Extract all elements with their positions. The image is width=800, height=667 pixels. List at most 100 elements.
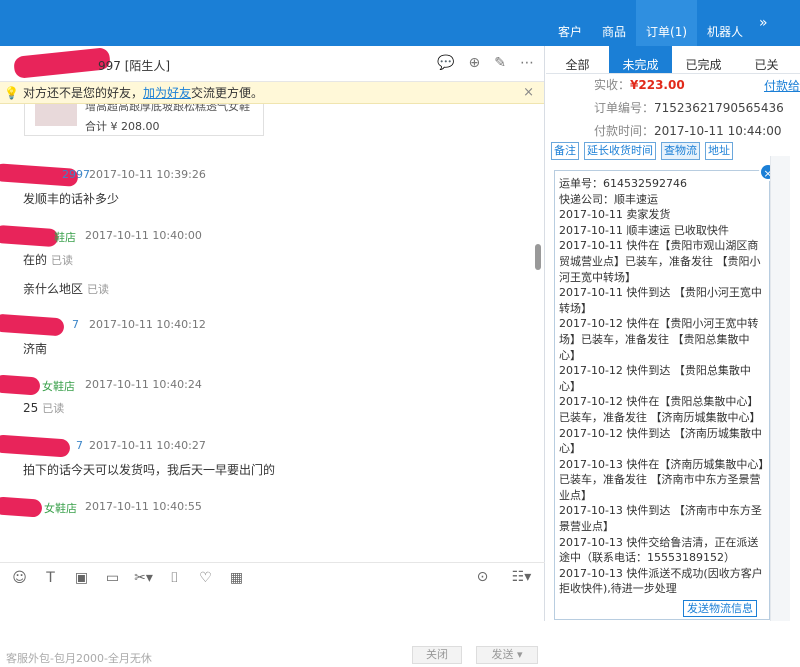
message-text: 25 已读 <box>23 401 65 415</box>
logistics-line: 2017-10-11 顺丰速运 已收取快件 <box>559 223 729 237</box>
redaction-mark <box>0 374 41 396</box>
paid-value: ¥223.00 <box>630 78 685 92</box>
friend-notice: 💡 对方还不是您的好友， 加为好友 交流更方便。 × <box>0 82 544 104</box>
quick-reply-icon[interactable]: ⊙ <box>467 569 498 585</box>
extend-receipt-button[interactable]: 延长收货时间 <box>584 142 656 160</box>
chat-header: 997 [陌生人] 💬 ⊕ ✎ ⋯ <box>0 46 544 82</box>
logistics-line: 2017-10-12 快件到达 【济南历城集散中心】 <box>559 426 762 456</box>
message-text: 拍下的话今天可以发货吗，我后天一早要出门的 <box>23 463 276 477</box>
message-list: 增高超高跟厚底坡跟松糕透气女鞋 合计 ¥ 208.00 2997 2017-10… <box>0 104 545 562</box>
paid-label: 实收： <box>594 78 631 92</box>
font-icon[interactable]: T <box>35 570 66 586</box>
heart-icon[interactable]: ♡ <box>190 570 221 586</box>
order-info: 实收：¥223.00 订单编号：71523621790565436 付款时间：2… <box>546 74 800 142</box>
logistics-line: 2017-10-11 卖家发货 <box>559 208 671 222</box>
send-logistics-button[interactable]: 发送物流信息 <box>683 600 757 617</box>
logistics-line: 2017-10-13 快件交给鲁洁清，正在派送途中（联系电话：155531891… <box>559 535 759 565</box>
add-contact-icon[interactable]: ⊕ <box>469 55 481 71</box>
message-input[interactable] <box>0 592 545 644</box>
order-scrollbar[interactable] <box>770 156 790 621</box>
notice-text: 对方还不是您的好友， <box>22 86 143 100</box>
message-text: 亲什么地区 已读 <box>23 282 110 296</box>
message-text: 发顺丰的话补多少 <box>23 192 120 206</box>
redaction-mark <box>0 496 43 518</box>
history-icon[interactable]: ☷▾ <box>506 569 537 585</box>
logistics-line: 2017-10-13 快件到达 【济南市中东方圣景营业点】 <box>559 504 762 534</box>
top-nav: 客户 商品 订单(1) 机器人 » <box>548 0 768 46</box>
message-text: 济南 <box>23 342 48 356</box>
logistics-line: 2017-10-11 快件到达 【贵阳小河王宽中转场】 <box>559 286 762 315</box>
header-tools: 💬 ⊕ ✎ ⋯ <box>437 55 534 71</box>
nav-robot[interactable]: 机器人 <box>697 0 753 46</box>
folder-icon[interactable]: ▭ <box>97 570 128 586</box>
logistics-line: 快递公司：顺丰速运 <box>559 192 658 206</box>
redaction-mark <box>13 47 111 79</box>
tab-closed[interactable]: 已关 <box>735 46 798 73</box>
message-time: 2017-10-11 10:40:00 <box>85 229 202 242</box>
message-time: 2017-10-11 10:40:27 <box>89 439 206 452</box>
logistics-line: 2017-10-12 快件在【贵阳总集散中心】已装车，准备发往 【济南历城集散中… <box>559 395 761 424</box>
message-time: 2017-10-11 10:39:26 <box>89 168 206 181</box>
redaction-mark <box>0 224 59 248</box>
order-tabs: 全部 未完成 已完成 已关 <box>546 46 800 74</box>
lightbulb-icon: 💡 <box>4 85 19 100</box>
more-icon[interactable]: ⋯ <box>520 55 534 71</box>
sender-name-fragment: 7 <box>76 439 83 452</box>
order-no-row: 订单编号：71523621790565436 <box>594 97 800 120</box>
product-thumbnail <box>35 104 77 126</box>
calendar-icon[interactable]: ▦ <box>221 570 252 586</box>
image-icon[interactable]: ▣ <box>66 570 97 586</box>
message-time: 2017-10-11 10:40:24 <box>85 378 202 391</box>
order-panel: 全部 未完成 已完成 已关 实收：¥223.00 订单编号：7152362179… <box>546 46 800 621</box>
redaction-mark <box>0 434 71 458</box>
vibrate-icon[interactable]: ⌷ <box>159 570 190 586</box>
tab-finished[interactable]: 已完成 <box>672 46 735 73</box>
tab-all[interactable]: 全部 <box>546 46 609 73</box>
note-button[interactable]: 备注 <box>551 142 579 160</box>
order-no-value: 71523621790565436 <box>654 101 784 115</box>
track-logistics-button[interactable]: 查物流 <box>661 142 700 160</box>
address-button[interactable]: 地址 <box>705 142 733 160</box>
sender-name-fragment: 鞋店 <box>54 231 76 244</box>
sender-name-fragment: 2997 <box>62 168 90 181</box>
signature-text: 客服外包-包月2000-全月无休 <box>6 652 152 665</box>
redaction-mark <box>0 313 65 337</box>
pay-time-row: 付款时间：2017-10-11 10:44:00 <box>594 120 800 143</box>
logistics-line: 2017-10-13 快件在【济南历城集散中心】已装车，准备发往 【济南市中东方… <box>559 457 764 502</box>
emoji-icon[interactable]: ☺ <box>4 570 35 586</box>
logistics-line: 2017-10-12 快件到达 【贵阳总集散中心】 <box>559 364 751 393</box>
pay-time-value: 2017-10-11 10:44:00 <box>654 124 782 138</box>
nav-goods[interactable]: 商品 <box>592 0 636 46</box>
order-no-label: 订单编号： <box>594 101 655 115</box>
message-text: 在的 已读 <box>23 253 74 267</box>
logistics-line: 2017-10-11 快件在【贵阳市观山湖区商贸城营业点】已装车，准备发往 【贵… <box>559 239 761 284</box>
close-icon[interactable]: × <box>523 85 534 100</box>
chat-bubble-icon[interactable]: 💬 <box>437 55 454 71</box>
message-time: 2017-10-11 10:40:12 <box>89 318 206 331</box>
chat-panel: 997 [陌生人] 💬 ⊕ ✎ ⋯ 💡 对方还不是您的好友， 加为好友 交流更方… <box>0 46 545 665</box>
chat-scrollbar[interactable] <box>535 244 541 270</box>
logistics-line: 2017-10-12 快件在【贵阳小河王宽中转场】已装车，准备发往 【贵阳总集散… <box>559 317 759 362</box>
input-toolbar: ☺ T ▣ ▭ ✂▾ ⌷ ♡ ▦ ⊙ ☷▾ <box>0 562 545 592</box>
tab-unfinished[interactable]: 未完成 <box>609 46 672 73</box>
sender-name-fragment: 7 <box>72 318 79 331</box>
logistics-line: 2017-10-13 快件派送不成功(因收方客户拒收快件),待进一步处理 <box>559 566 763 596</box>
order-actions: 备注 延长收货时间 查物流 地址 <box>546 142 800 160</box>
bottom-bar: 客服外包-包月2000-全月无休 关闭 发送 ▾ <box>0 644 545 667</box>
send-button[interactable]: 发送 ▾ <box>476 646 538 664</box>
top-bar: 客户 商品 订单(1) 机器人 » <box>0 0 800 46</box>
close-button[interactable]: 关闭 <box>412 646 462 664</box>
nav-orders[interactable]: 订单(1) <box>636 0 698 46</box>
logistics-line: 运单号：614532592746 <box>559 177 687 190</box>
pay-link[interactable]: 付款给 <box>764 77 800 94</box>
notice-text-after: 交流更方便。 <box>190 86 263 100</box>
message-time: 2017-10-11 10:40:55 <box>85 500 202 513</box>
product-total: 合计 ¥ 208.00 <box>85 120 160 133</box>
sender-name-fragment: 女鞋店 <box>44 502 77 515</box>
product-card[interactable]: 增高超高跟厚底坡跟松糕透气女鞋 合计 ¥ 208.00 <box>24 104 264 136</box>
add-friend-link[interactable]: 加为好友 <box>143 84 191 101</box>
contact-name: 997 [陌生人] <box>98 59 171 73</box>
nav-customer[interactable]: 客户 <box>548 0 592 46</box>
scissors-icon[interactable]: ✂▾ <box>128 570 159 586</box>
edit-icon[interactable]: ✎ <box>494 55 506 71</box>
